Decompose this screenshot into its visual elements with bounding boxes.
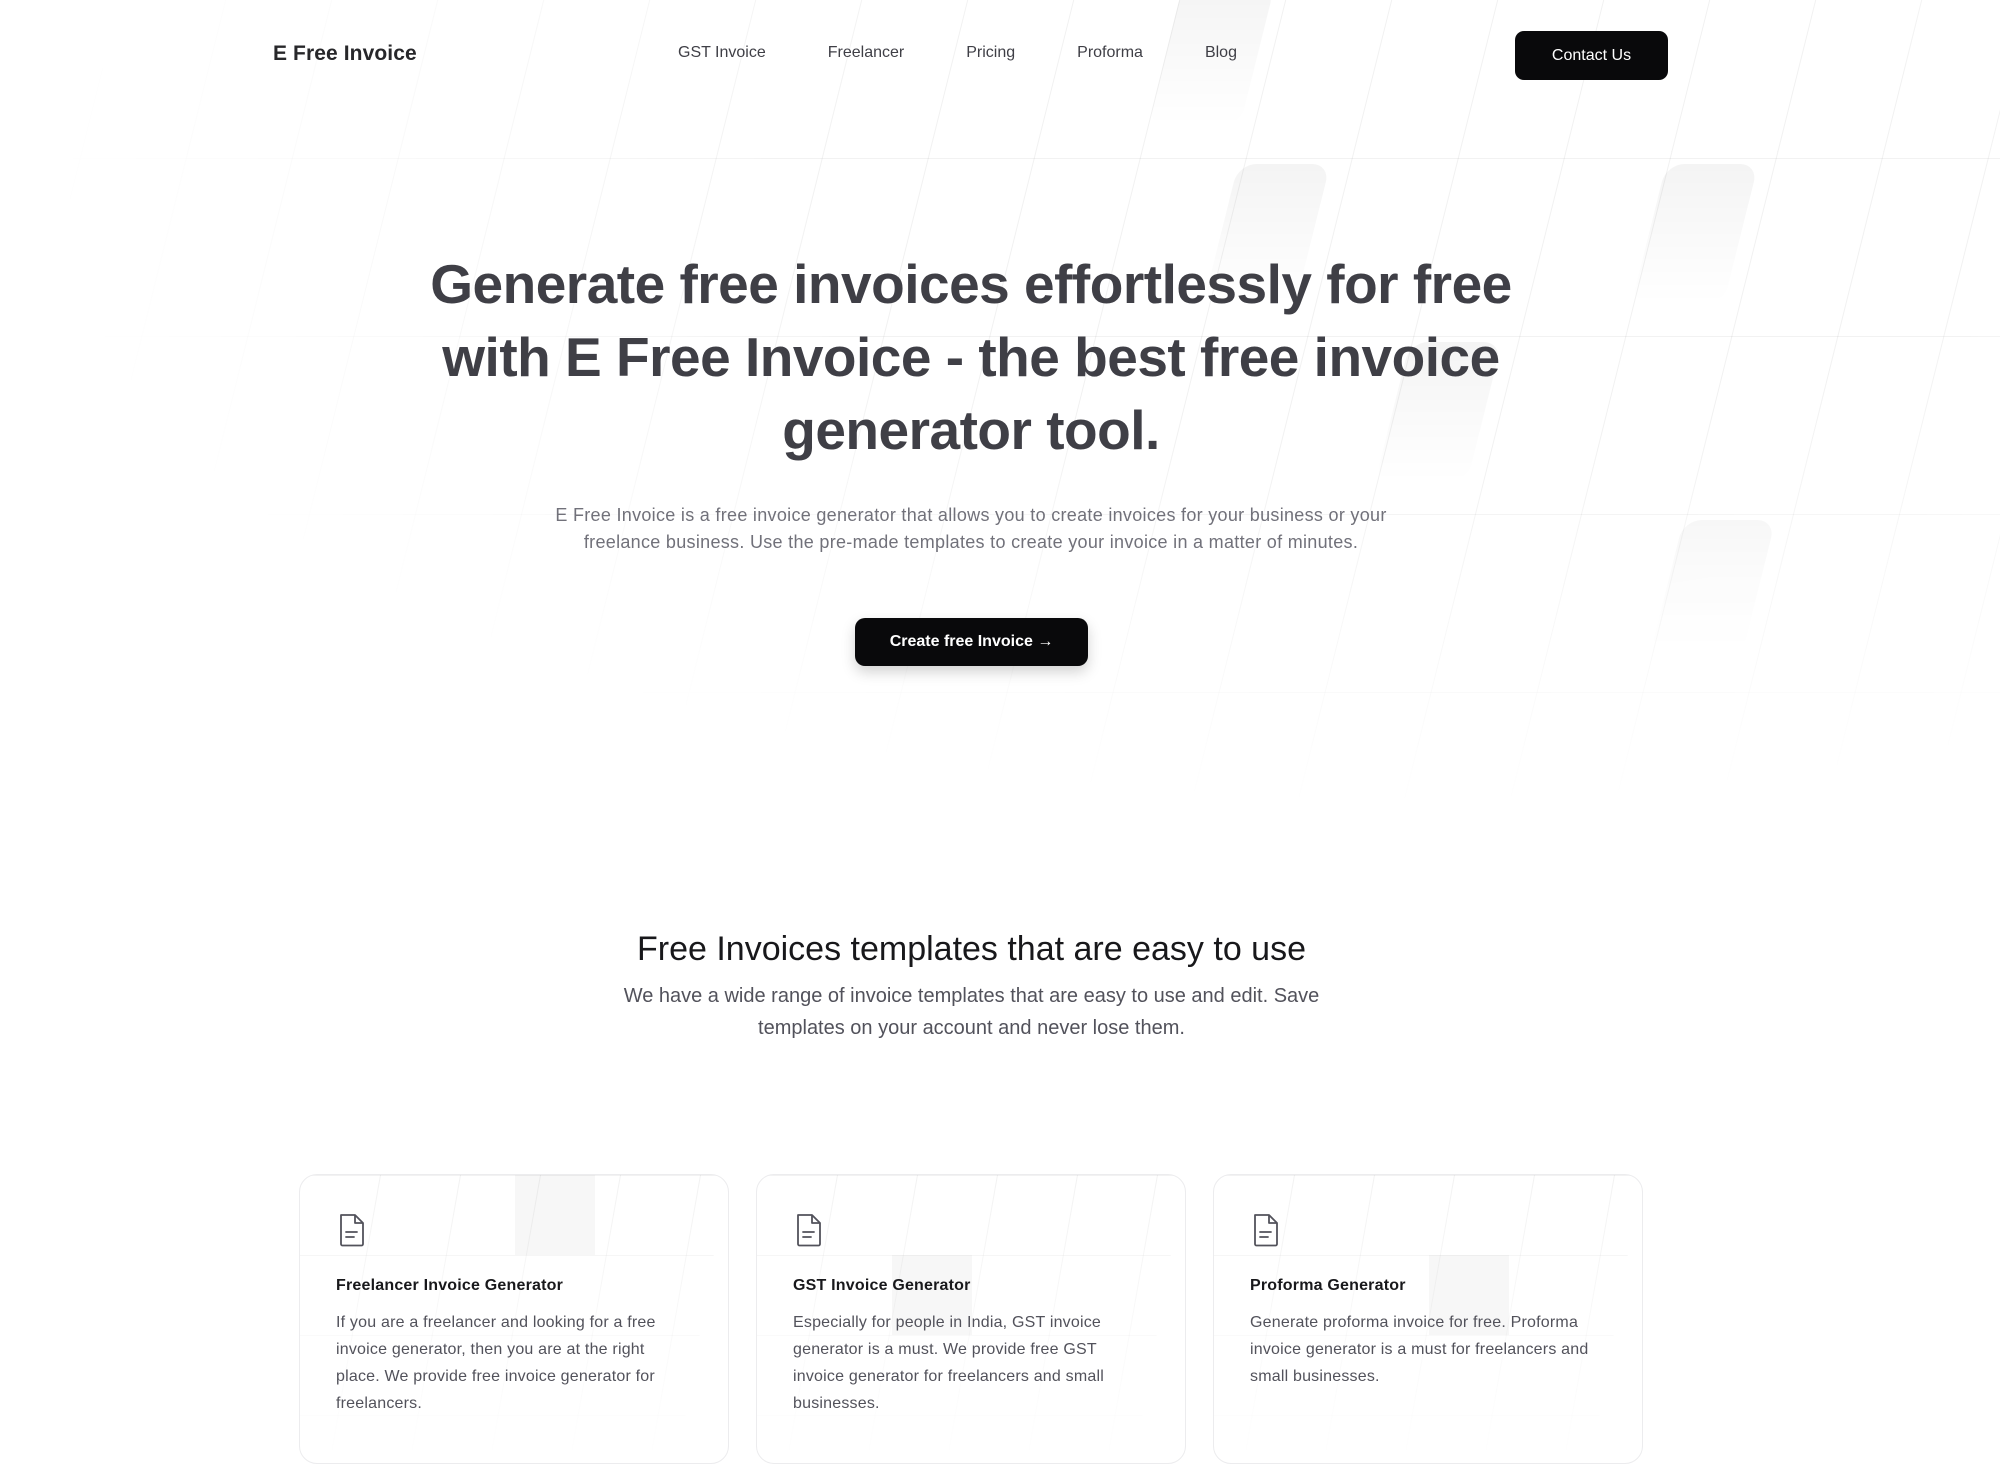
card-description: Generate proforma invoice for free. Prof… <box>1250 1314 1589 1385</box>
nav-link-pricing[interactable]: Pricing <box>966 44 1015 62</box>
templates-subtitle: We have a wide range of invoice template… <box>623 985 1320 1039</box>
card-description: If you are a freelancer and looking for … <box>336 1314 656 1412</box>
templates-title: Free Invoices templates that are easy to… <box>636 930 1306 968</box>
brand-logo[interactable]: E Free Invoice <box>273 42 417 66</box>
document-icon <box>340 1214 364 1247</box>
hero-title: Generate free invoices effortlessly for … <box>430 253 1512 461</box>
nav-link-blog[interactable]: Blog <box>1205 44 1237 62</box>
card-description: Especially for people in India, GST invo… <box>793 1314 1104 1412</box>
template-card-gst[interactable]: GST Invoice Generator Especially for peo… <box>756 1174 1186 1464</box>
card-title: Proforma Generator <box>1250 1277 1406 1294</box>
card-title: GST Invoice Generator <box>793 1277 971 1294</box>
nav-links: GST Invoice Freelancer Pricing Proforma … <box>678 44 1299 62</box>
card-title: Freelancer Invoice Generator <box>336 1277 564 1294</box>
contact-us-button[interactable]: Contact Us <box>1515 31 1668 80</box>
nav-link-proforma[interactable]: Proforma <box>1077 44 1143 62</box>
nav-link-gst-invoice[interactable]: GST Invoice <box>678 44 766 62</box>
template-card-proforma[interactable]: Proforma Generator Generate proforma inv… <box>1213 1174 1643 1464</box>
background-cell <box>1648 520 1776 660</box>
top-navbar: E Free Invoice GST Invoice Freelancer Pr… <box>0 0 2000 110</box>
card-shade-decoration <box>515 1175 595 1255</box>
create-invoice-button[interactable]: Create free Invoice → <box>855 618 1088 666</box>
background-cell <box>1631 164 1759 304</box>
nav-link-freelancer[interactable]: Freelancer <box>828 44 904 62</box>
hero-subtitle: E Free Invoice is a free invoice generat… <box>555 505 1387 552</box>
document-icon <box>1254 1214 1278 1247</box>
document-icon <box>797 1214 821 1247</box>
template-card-freelancer[interactable]: Freelancer Invoice Generator If you are … <box>299 1174 729 1464</box>
